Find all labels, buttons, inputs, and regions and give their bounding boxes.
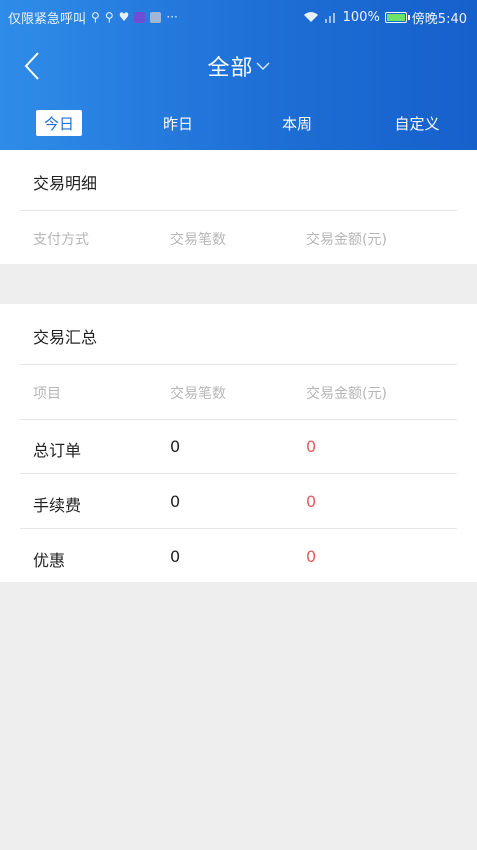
divider	[20, 528, 457, 529]
battery-percent: 100%	[342, 9, 380, 25]
tab-today-label: 今日	[43, 114, 74, 133]
summary-section: 交易汇总 项目 交易笔数 交易金额(元) 总订单 0 0 手续费 0 0 优惠 …	[0, 304, 477, 582]
row-amount: 0	[306, 492, 317, 511]
clock: 傍晚5:40	[411, 11, 467, 27]
tab-this-week-label: 本周	[281, 114, 312, 133]
tab-yesterday[interactable]: 昨日	[150, 110, 206, 136]
nav-bar: 全部	[0, 40, 477, 92]
col-amount: 交易金额(元)	[306, 386, 387, 402]
detail-section: 交易明细 支付方式 交易笔数 交易金额(元)	[0, 150, 477, 264]
row-count: 0	[170, 547, 181, 566]
usb-icon-2: ⚲	[104, 10, 114, 24]
row-amount: 0	[306, 437, 317, 456]
date-tabs: 今日 昨日 本周 自定义	[0, 106, 477, 140]
tab-this-week[interactable]: 本周	[269, 110, 325, 136]
status-right: 100% 傍晚5:40	[303, 8, 467, 27]
status-bar: 仅限紧急呼叫 ⚲ ⚲ ♥ ··· 100% 傍晚5:40	[0, 0, 477, 34]
col-payment-method: 支付方式	[33, 232, 89, 248]
divider	[20, 364, 457, 365]
more-notifications-icon: ···	[166, 10, 178, 24]
title-dropdown[interactable]: 全部	[0, 50, 477, 82]
col-item: 项目	[33, 386, 61, 402]
media-icon	[134, 11, 146, 23]
row-amount: 0	[306, 547, 317, 566]
battery-icon	[384, 11, 410, 23]
app-header: 仅限紧急呼叫 ⚲ ⚲ ♥ ··· 100% 傍晚5:40 全部 今日 昨日 本周…	[0, 0, 477, 150]
usb-icon: ⚲	[91, 10, 100, 24]
page-title: 全部	[207, 56, 254, 81]
tab-yesterday-label: 昨日	[162, 114, 193, 133]
chevron-down-icon	[256, 62, 269, 70]
col-amount: 交易金额(元)	[306, 232, 387, 248]
carrier-text: 仅限紧急呼叫	[8, 11, 87, 27]
col-count: 交易笔数	[170, 232, 226, 248]
tab-custom-label: 自定义	[394, 114, 440, 133]
image-icon	[150, 11, 162, 23]
divider	[20, 210, 457, 211]
row-count: 0	[170, 492, 181, 511]
signal-icon	[324, 13, 335, 23]
tab-today[interactable]: 今日	[36, 110, 82, 136]
row-label: 优惠	[33, 551, 66, 570]
health-icon: ♥	[118, 10, 130, 24]
row-label: 总订单	[33, 441, 82, 460]
row-count: 0	[170, 437, 181, 456]
status-left: 仅限紧急呼叫 ⚲ ⚲ ♥ ···	[8, 8, 178, 27]
divider	[20, 419, 457, 420]
summary-title: 交易汇总	[33, 328, 98, 347]
detail-title: 交易明细	[33, 174, 98, 193]
tab-custom[interactable]: 自定义	[386, 110, 448, 136]
divider	[20, 473, 457, 474]
row-label: 手续费	[33, 496, 82, 515]
col-count: 交易笔数	[170, 386, 226, 402]
wifi-icon	[303, 12, 318, 22]
